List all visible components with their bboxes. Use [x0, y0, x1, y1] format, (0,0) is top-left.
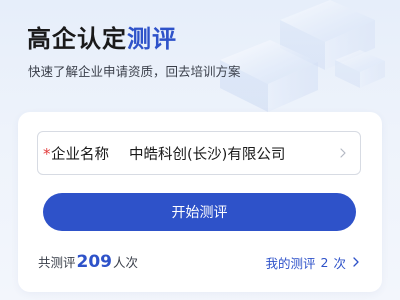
glass-cubes-illustration: [220, 0, 385, 112]
page-title: 高企认定测评: [27, 22, 177, 56]
chevron-right-icon: [340, 148, 346, 158]
evaluation-count-suffix: 人次: [113, 255, 139, 270]
evaluation-card: * 企业名称 中皓科创(长沙)有限公司 开始测评 共测评 209 人次 我的测评…: [18, 112, 382, 292]
company-name-value[interactable]: 中皓科创(长沙)有限公司: [129, 143, 336, 164]
company-name-label: 企业名称: [51, 146, 109, 163]
my-evaluations-count: 2: [320, 254, 329, 270]
my-evaluations-suffix: 次: [333, 255, 346, 271]
evaluation-count-number: 209: [76, 252, 113, 272]
page-subtitle: 快速了解企业申请资质，回去培训方案: [28, 64, 241, 79]
chevron-right-icon: [353, 257, 359, 267]
my-evaluations-link[interactable]: 我的测评 2 次: [266, 252, 362, 272]
page-title-main: 高企认定: [27, 25, 127, 53]
company-name-field[interactable]: * 企业名称 中皓科创(长沙)有限公司: [37, 131, 361, 175]
evaluation-count-prefix: 共测评: [38, 255, 76, 270]
required-marker: *: [43, 144, 51, 163]
page-title-accent: 测评: [127, 25, 177, 53]
evaluation-count: 共测评 209 人次: [38, 252, 138, 272]
my-evaluations-prefix: 我的测评: [265, 255, 316, 271]
start-evaluation-button[interactable]: 开始测评: [43, 193, 356, 231]
